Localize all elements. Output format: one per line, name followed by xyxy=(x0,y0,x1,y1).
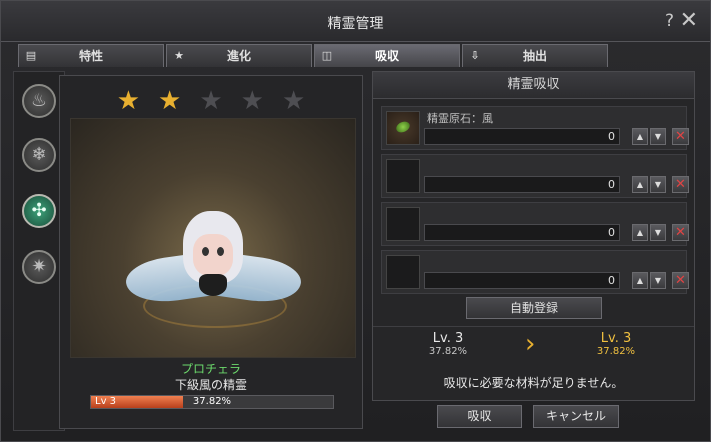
remove-button[interactable]: ✕ xyxy=(672,224,689,241)
star-icon: ★ xyxy=(281,86,306,116)
increase-button[interactable]: ▲ xyxy=(632,128,648,145)
tab-label: 特性 xyxy=(78,49,103,63)
increase-button[interactable]: ▲ xyxy=(632,176,648,193)
remove-button[interactable]: ✕ xyxy=(672,176,689,193)
title-bar: 精霊管理 ? ✕ xyxy=(1,1,710,42)
spirit-portrait xyxy=(70,118,356,358)
spirit-eye xyxy=(217,247,224,256)
tab-label: 抽出 xyxy=(522,49,547,63)
cancel-button[interactable]: キャンセル xyxy=(533,405,619,428)
material-quantity[interactable]: 0 xyxy=(424,128,620,145)
absorb-title: 精霊吸収 xyxy=(373,72,694,99)
help-icon[interactable]: ? xyxy=(665,11,674,31)
decrease-button[interactable]: ▼ xyxy=(650,128,666,145)
star-icon: ★ xyxy=(199,86,223,116)
material-slot: 0 ▲ ▼ ✕ xyxy=(381,250,689,294)
current-level-value: Lv. 3 xyxy=(432,331,464,346)
spirit-type: 下級風の精霊 xyxy=(174,378,247,392)
water-element-icon[interactable]: ❄ xyxy=(22,138,56,172)
material-slot: 0 ▲ ▼ ✕ xyxy=(381,202,689,246)
absorb-button[interactable]: 吸収 xyxy=(437,405,522,428)
material-name: 精霊原石：風 xyxy=(427,112,493,125)
spirit-name: プロチェラ xyxy=(180,362,241,376)
star-rating: ★ ★ ★ ★ ★ xyxy=(60,86,362,116)
tab-absorb[interactable]: ◫ 吸収 xyxy=(314,44,460,67)
material-item-icon[interactable] xyxy=(386,111,420,145)
remove-button[interactable]: ✕ xyxy=(672,272,689,289)
increase-button[interactable]: ▲ xyxy=(632,272,648,289)
extract-icon: ⇩ xyxy=(470,49,480,62)
tab-label: 吸収 xyxy=(374,49,399,63)
decrease-button[interactable]: ▼ xyxy=(650,224,666,241)
exp-bar: Lv 3 37.82% xyxy=(90,395,334,409)
empty-slot-icon[interactable] xyxy=(386,207,420,241)
star-icon: ★ xyxy=(240,86,264,116)
material-quantity[interactable]: 0 xyxy=(424,272,620,289)
spirit-face xyxy=(193,234,233,276)
tab-extract[interactable]: ⇩ 抽出 xyxy=(462,44,608,67)
material-slot: 精霊原石：風 0 ▲ ▼ ✕ xyxy=(381,106,689,150)
star-icon: ★ xyxy=(174,49,184,62)
current-level: Lv. 3 37.82% xyxy=(413,331,483,357)
window-title: 精霊管理 xyxy=(327,16,384,32)
fire-element-icon[interactable]: ♨ xyxy=(22,84,56,118)
spirit-body xyxy=(199,274,227,296)
absorb-icon: ◫ xyxy=(321,49,333,62)
spirit-eye xyxy=(202,247,209,256)
star-icon: ★ xyxy=(158,86,182,116)
status-message: 吸収に必要な材料が足りません。 xyxy=(443,376,624,390)
material-quantity[interactable]: 0 xyxy=(424,176,620,193)
decrease-button[interactable]: ▼ xyxy=(650,176,666,193)
wind-element-icon[interactable]: ✣ xyxy=(22,194,56,228)
tab-evolution[interactable]: ★ 進化 xyxy=(166,44,312,67)
element-selector: ♨ ❄ ✣ ✷ xyxy=(13,71,65,431)
material-quantity[interactable]: 0 xyxy=(424,224,620,241)
empty-slot-icon[interactable] xyxy=(386,255,420,289)
material-slot: 0 ▲ ▼ ✕ xyxy=(381,154,689,198)
tab-trait[interactable]: ▤ 特性 xyxy=(18,44,164,67)
spirit-management-window: 精霊管理 ? ✕ ▤ 特性 ★ 進化 ◫ 吸収 ⇩ 抽出 ♨ ❄ ✣ ✷ ★ ★ ★… xyxy=(0,0,711,442)
exp-percent: 37.82% xyxy=(192,396,232,407)
gem-icon xyxy=(394,119,412,135)
dark-element-icon[interactable]: ✷ xyxy=(22,250,56,284)
empty-slot-icon[interactable] xyxy=(386,159,420,193)
next-level-value: Lv. 3 xyxy=(600,331,632,346)
trait-icon: ▤ xyxy=(25,49,37,62)
next-level: Lv. 3 37.82% xyxy=(581,331,651,357)
chevron-right-icon: › xyxy=(525,329,536,359)
close-icon[interactable]: ✕ xyxy=(680,8,698,33)
current-level-percent: 37.82% xyxy=(428,346,468,357)
absorb-panel: 精霊吸収 精霊原石：風 0 ▲ ▼ ✕ 0 ▲ ▼ ✕ 0 ▲ ▼ ✕ 0 ▲ xyxy=(372,71,695,401)
star-icon: ★ xyxy=(116,86,141,116)
decrease-button[interactable]: ▼ xyxy=(650,272,666,289)
level-preview: Lv. 3 37.82% › Lv. 3 37.82% xyxy=(373,326,694,371)
remove-button[interactable]: ✕ xyxy=(672,128,689,145)
auto-register-button[interactable]: 自動登録 xyxy=(466,297,602,319)
next-level-percent: 37.82% xyxy=(596,346,636,357)
spirit-display-panel: ★ ★ ★ ★ ★ プロチェラ 下級風の精霊 Lv 3 37.82% xyxy=(59,75,363,429)
increase-button[interactable]: ▲ xyxy=(632,224,648,241)
tab-label: 進化 xyxy=(226,49,251,63)
